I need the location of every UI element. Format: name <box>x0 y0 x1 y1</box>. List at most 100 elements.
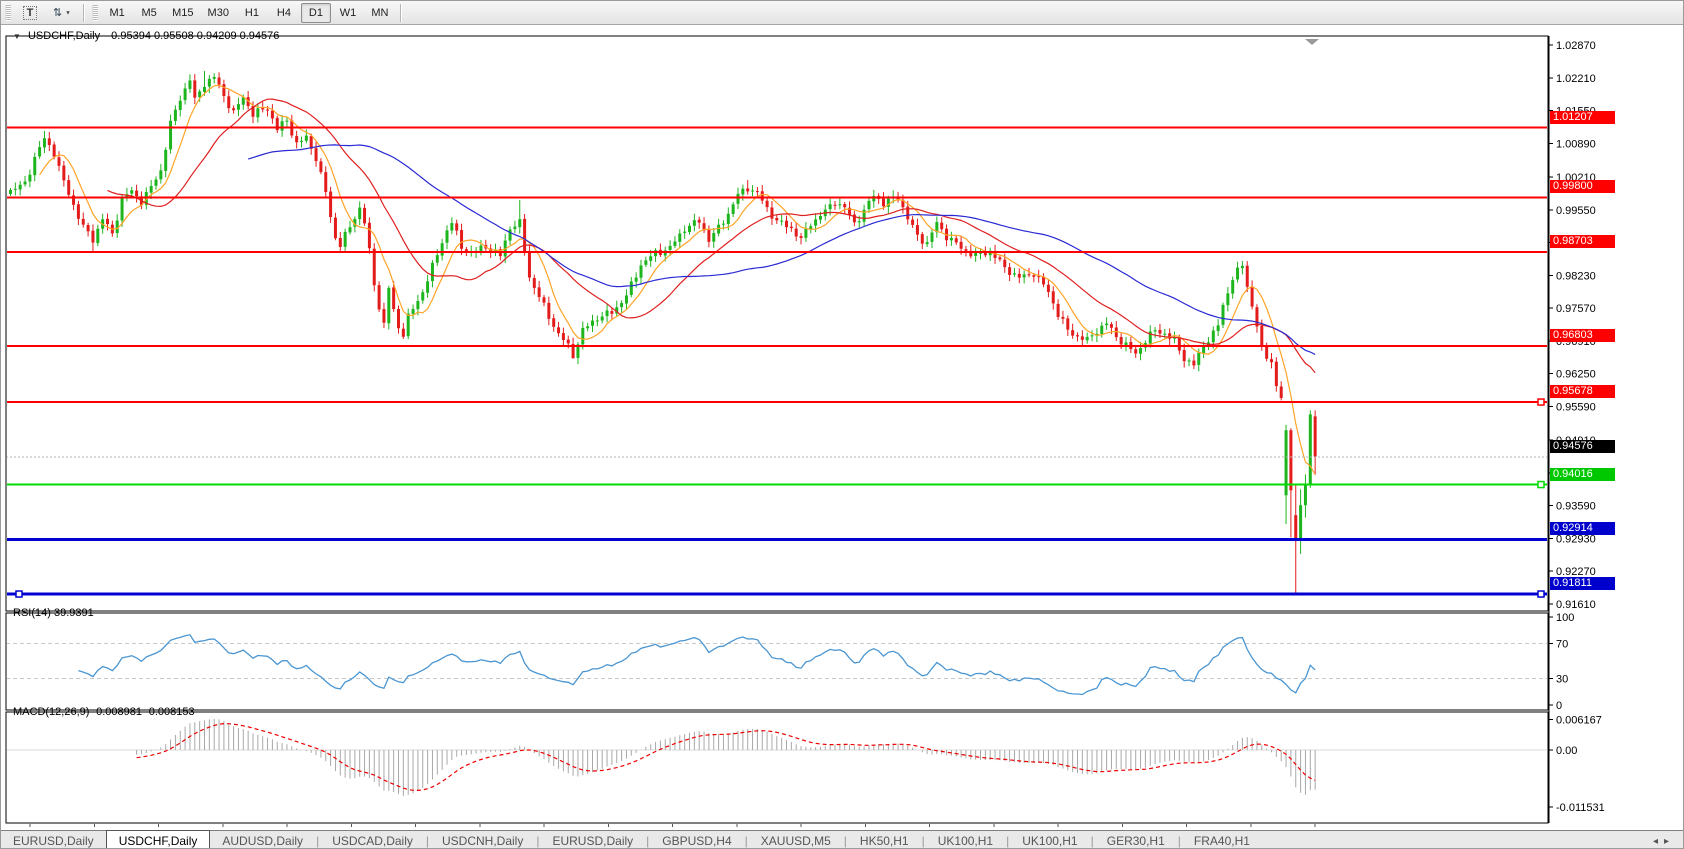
timeframe-button-m1[interactable]: M1 <box>102 3 132 23</box>
price-badge-0.99800[interactable]: 0.99800 <box>1550 180 1615 193</box>
candle-body <box>91 231 94 243</box>
macd-label[interactable]: MACD(12,26,9) -0.008981 -0.008153 <box>13 706 195 718</box>
price-badge-0.91811[interactable]: 0.91811 <box>1550 577 1615 590</box>
candle-body <box>1032 275 1035 277</box>
tab-scroll-right-icon[interactable]: ▸ <box>1664 836 1675 847</box>
candle-body <box>1100 326 1103 334</box>
toolbar-separator <box>400 4 401 22</box>
macd-panel[interactable] <box>6 712 1548 823</box>
tab-scroll-arrows: ◂▸ <box>1653 836 1684 847</box>
candle-body <box>1265 345 1268 358</box>
timeframe-button-h1[interactable]: H1 <box>237 3 267 23</box>
candle-body <box>727 214 730 224</box>
candle-body <box>436 255 439 263</box>
chart-tab-audusd-daily[interactable]: AUDUSD,Daily <box>210 832 315 849</box>
chart-tab-usdcnh-daily[interactable]: USDCNH,Daily <box>430 832 535 849</box>
candle-body <box>324 172 327 192</box>
timeframe-button-w1[interactable]: W1 <box>333 3 363 23</box>
candle-body <box>644 260 647 264</box>
timeframe-button-d1[interactable]: D1 <box>301 3 331 23</box>
timeframe-button-h4[interactable]: H4 <box>269 3 299 23</box>
main-panel[interactable] <box>6 36 1548 611</box>
chart-tab-usdchf-daily[interactable]: USDCHF,Daily <box>106 830 211 849</box>
current-price-badge[interactable]: 0.94576 <box>1550 440 1615 453</box>
collapse-caret-icon[interactable]: ▼ <box>13 32 21 41</box>
timeframe-button-m30[interactable]: M30 <box>202 3 235 23</box>
candle-body <box>179 101 182 110</box>
candle-body <box>1018 274 1021 278</box>
candle-body <box>208 79 211 87</box>
ohlc-values: 0.95394 0.95508 0.94209 0.94576 <box>111 30 279 42</box>
candle-body <box>1134 349 1137 353</box>
candle-body <box>509 230 512 241</box>
candle-body <box>33 157 36 175</box>
chart-tab-uk100-h1[interactable]: UK100,H1 <box>1010 832 1089 849</box>
candle-body <box>1120 337 1123 344</box>
candle-body <box>814 219 817 225</box>
trading-terminal-window: T ⇅ ▼ M1M5M15M30H1H4D1W1MN 1.028701.0221… <box>0 0 1684 849</box>
candle-body <box>737 194 740 204</box>
tab-scroll-left-icon[interactable]: ◂ <box>1653 836 1664 847</box>
candle-body <box>387 288 390 323</box>
candle-body <box>630 281 633 294</box>
candle-body <box>1154 330 1157 331</box>
candle-body <box>218 77 221 84</box>
line-handle[interactable] <box>1538 591 1544 597</box>
price-badge-0.98703[interactable]: 0.98703 <box>1550 235 1615 248</box>
chart-tab-uk100-h1[interactable]: UK100,H1 <box>926 832 1005 849</box>
price-axis[interactable]: 1.028701.022101.015501.008901.002100.995… <box>1549 40 1605 814</box>
timeframe-button-m15[interactable]: M15 <box>166 3 199 23</box>
svg-text:0.96250: 0.96250 <box>1556 369 1596 381</box>
candle-body <box>53 144 56 156</box>
timeframe-button-m5[interactable]: M5 <box>134 3 164 23</box>
candle-body <box>1289 430 1292 490</box>
candle-body <box>567 340 570 344</box>
rsi-label[interactable]: RSI(14) 39.9391 <box>13 607 94 619</box>
chart-tab-usdcad-daily[interactable]: USDCAD,Daily <box>320 832 425 849</box>
candle-body <box>610 311 613 314</box>
chart-tab-ger30-h1[interactable]: GER30,H1 <box>1095 832 1177 849</box>
candle-body <box>1158 330 1161 334</box>
candle-body <box>533 278 536 288</box>
chart-tab-hk50-h1[interactable]: HK50,H1 <box>848 832 921 849</box>
indicators-button[interactable]: ⇅ ▼ <box>47 3 78 23</box>
price-badge-1.01207[interactable]: 1.01207 <box>1550 111 1615 124</box>
price-badge-0.94016[interactable]: 0.94016 <box>1550 468 1615 481</box>
candle-body <box>1192 361 1195 366</box>
toolbar-grip[interactable] <box>5 5 11 21</box>
line-handle[interactable] <box>1538 482 1544 488</box>
line-handle[interactable] <box>16 591 22 597</box>
line-handle[interactable] <box>1538 399 1544 405</box>
chart-tab-gbpusd-h4[interactable]: GBPUSD,H4 <box>650 832 743 849</box>
candle-body <box>693 220 696 226</box>
candle-body <box>829 204 832 209</box>
chart-tab-fra40-h1[interactable]: FRA40,H1 <box>1182 832 1262 849</box>
candle-body <box>940 223 943 230</box>
svg-text:70: 70 <box>1556 638 1568 650</box>
candle-body <box>227 96 230 108</box>
price-badge-0.95678[interactable]: 0.95678 <box>1550 385 1615 398</box>
chart-canvas[interactable]: 1.028701.022101.015501.008901.002100.995… <box>1 24 1684 849</box>
timeframe-button-mn[interactable]: MN <box>365 3 395 23</box>
price-badge-0.92914[interactable]: 0.92914 <box>1550 522 1615 535</box>
candle-body <box>310 136 313 149</box>
candle-body <box>281 121 284 130</box>
price-badge-0.96803[interactable]: 0.96803 <box>1550 329 1615 342</box>
candle-body <box>9 190 12 194</box>
candle-body <box>843 204 846 207</box>
toolbar-grip[interactable] <box>92 5 98 21</box>
candle-body <box>606 310 609 316</box>
chart-tab-eurusd-daily[interactable]: EURUSD,Daily <box>1 832 106 849</box>
chart-title[interactable]: ▼ USDCHF,Daily 0.95394 0.95508 0.94209 0… <box>13 30 279 42</box>
candle-body <box>441 243 444 255</box>
candle-body <box>237 104 240 110</box>
candle-body <box>528 251 531 278</box>
text-tool-button[interactable]: T <box>15 3 45 23</box>
rsi-panel[interactable] <box>6 613 1548 710</box>
chart-tab-xauusd-m5[interactable]: XAUUSD,M5 <box>749 832 843 849</box>
svg-text:0.92930: 0.92930 <box>1556 533 1596 545</box>
chart-tab-eurusd-daily[interactable]: EURUSD,Daily <box>540 832 645 849</box>
candle-body <box>683 232 686 233</box>
candle-body <box>1275 362 1278 386</box>
chart-tab-bar: EURUSD,DailyUSDCHF,DailyAUDUSD,Daily|USD… <box>1 830 1684 849</box>
